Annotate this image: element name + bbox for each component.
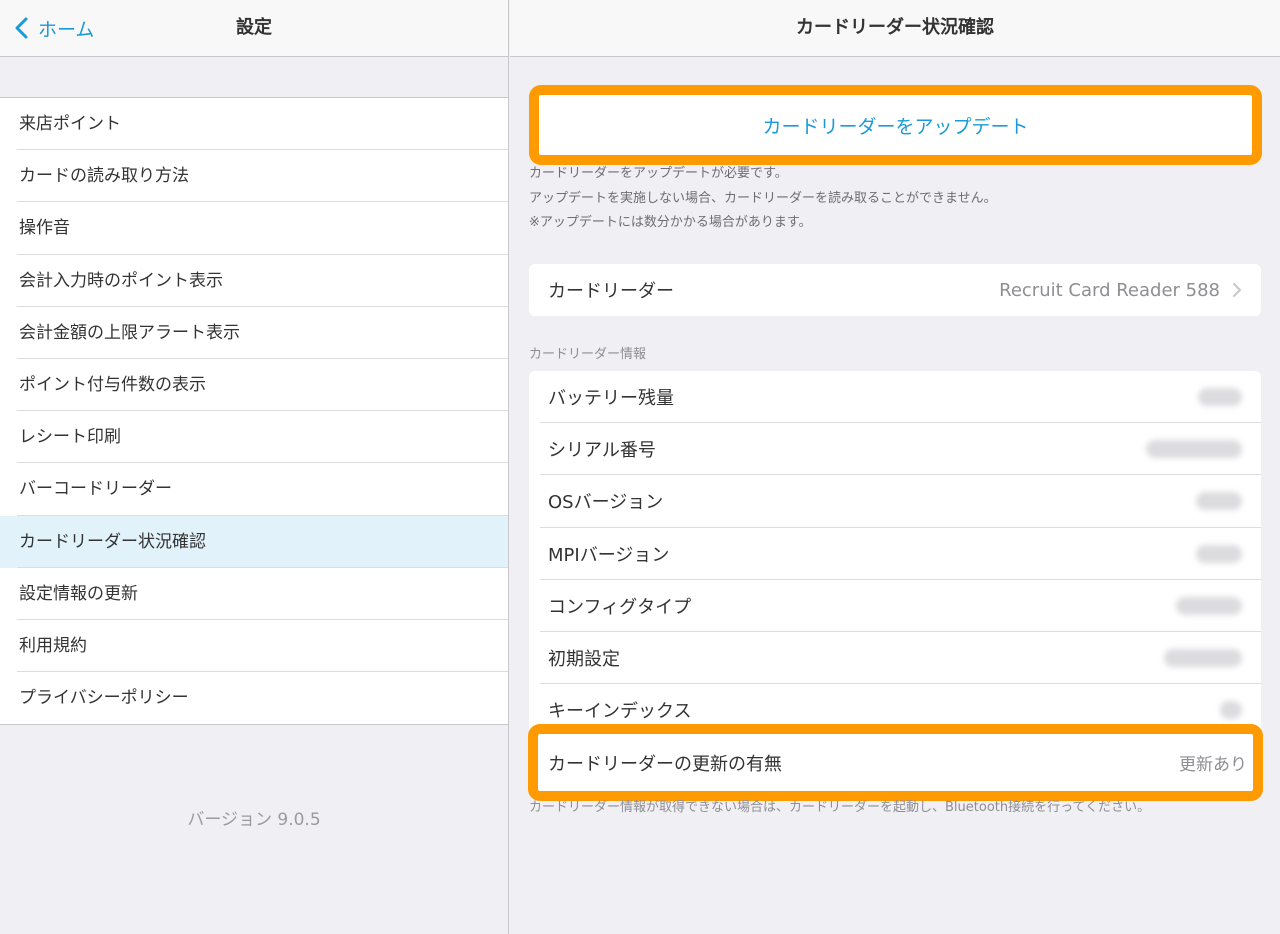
menu-item-settings-update[interactable]: 設定情報の更新 [0,568,508,621]
menu-item-card-reader-status[interactable]: カードリーダー状況確認 [0,515,508,568]
blurred-value [1164,649,1242,668]
update-note-line: ※アップデートには数分かかる場合があります。 [529,215,812,230]
update-note-line: カードリーダーをアップデートが必要です。 [529,166,788,181]
menu-item-receipt-print[interactable]: レシート印刷 [0,411,508,464]
detail-pane: カードリーダー状況確認 カードリーダーをアップデート カードリーダーをアップデー… [510,0,1280,934]
info-row-config-type: コンフィグタイプ [529,580,1261,633]
update-card-reader-button[interactable]: カードリーダーをアップデート [529,85,1262,165]
card-reader-select-row[interactable]: カードリーダー Recruit Card Reader 588 [529,264,1261,316]
info-label: キーインデックス [548,701,692,723]
menu-item-barcode-reader[interactable]: バーコードリーダー [0,463,508,516]
update-note-line: アップデートを実施しない場合、カードリーダーを読み取ることができません。 [529,190,997,206]
menu-item-visit-points[interactable]: 来店ポイント [0,98,508,151]
blurred-value [1196,544,1242,563]
chevron-right-icon [1233,283,1241,297]
info-row-battery: バッテリー残量 [529,371,1261,424]
update-availability-value: 更新あり [1179,755,1247,775]
info-row-initial-setting: 初期設定 [529,632,1261,685]
info-label: バッテリー残量 [548,388,674,410]
info-label: コンフィグタイプ [548,596,692,618]
menu-item-amount-limit-alert[interactable]: 会計金額の上限アラート表示 [0,307,508,360]
update-availability-label: カードリーダーの更新の有無 [548,753,782,775]
version-label: バージョン 9.0.5 [187,810,321,830]
detail-navbar: カードリーダー状況確認 [510,0,1280,57]
menu-item-operation-sound[interactable]: 操作音 [0,202,508,255]
blurred-value [1220,701,1242,720]
card-reader-value: Recruit Card Reader 588 [999,279,1220,301]
menu-item-card-reading-method[interactable]: カードの読み取り方法 [0,150,508,203]
settings-menu: 来店ポイント カードの読み取り方法 操作音 会計入力時のポイント表示 会計金額の… [0,97,508,726]
blurred-value [1198,388,1242,407]
menu-item-privacy-policy[interactable]: プライバシーポリシー [0,672,508,724]
update-notes: カードリーダーをアップデートが必要です。 アップデートを実施しない場合、カードリ… [529,162,1269,236]
footnote: カードリーダー情報が取得できない場合は、カードリーダーを起動し、Bluetoot… [529,800,1151,815]
info-row-mpi-version: MPIバージョン [529,528,1261,580]
sidebar-title: 設定 [236,17,272,38]
sidebar-navbar: ホーム 設定 [0,0,508,57]
blurred-value [1146,440,1242,459]
menu-item-point-count-display[interactable]: ポイント付与件数の表示 [0,359,508,412]
card-reader-label: カードリーダー [548,281,674,302]
blurred-value [1176,596,1242,615]
info-label: 初期設定 [548,649,620,671]
menu-item-terms[interactable]: 利用規約 [0,620,508,673]
info-label: OSバージョン [548,492,664,514]
info-row-serial: シリアル番号 [529,423,1261,476]
blurred-value [1196,492,1242,511]
update-availability-row: カードリーダーの更新の有無 更新あり [528,724,1263,801]
settings-sidebar: ホーム 設定 来店ポイント カードの読み取り方法 操作音 会計入力時のポイント表… [0,0,509,934]
menu-item-checkout-point-display[interactable]: 会計入力時のポイント表示 [0,255,508,307]
info-label: MPIバージョン [548,544,670,566]
page-title: カードリーダー状況確認 [796,17,994,38]
info-row-os-version: OSバージョン [529,475,1261,528]
section-title: カードリーダー情報 [529,347,647,362]
info-label: シリアル番号 [548,440,656,462]
